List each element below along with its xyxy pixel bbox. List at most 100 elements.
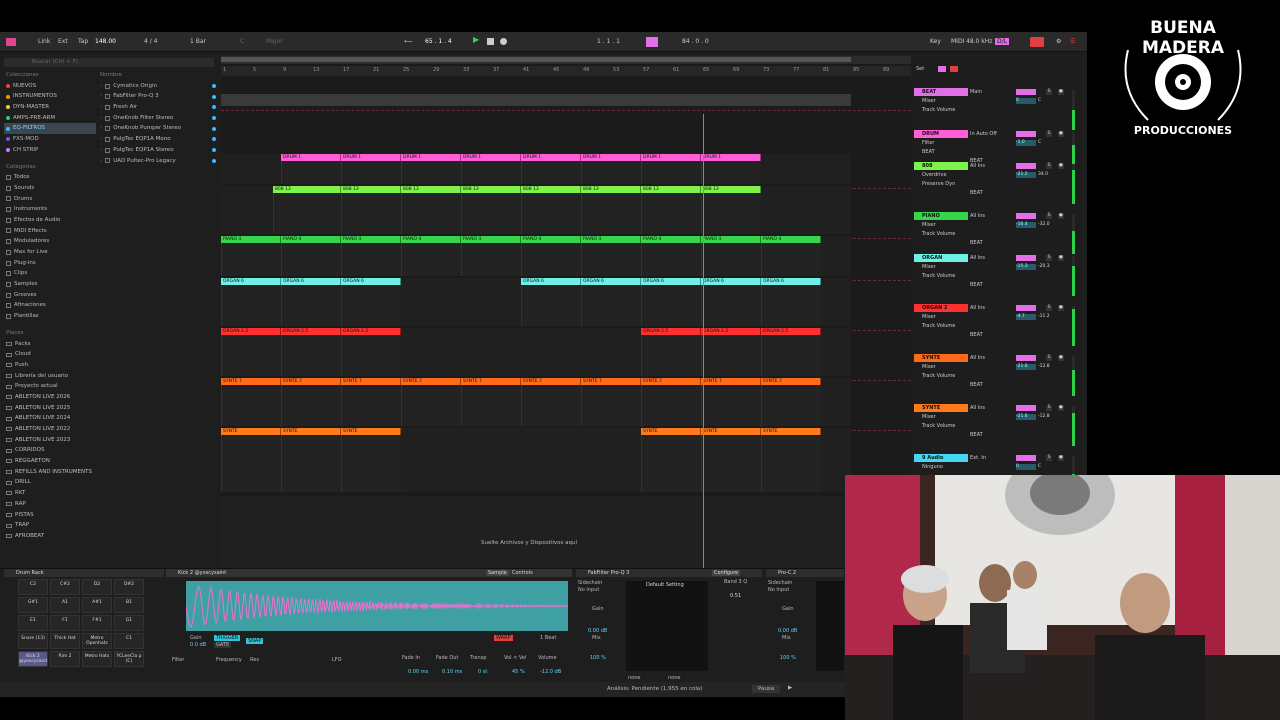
loop-bar[interactable] [221, 56, 911, 64]
pan-field[interactable]: -12.8 [1038, 414, 1056, 420]
category-item[interactable]: Plantillas [4, 311, 96, 322]
device-chooser[interactable]: Ninguno [922, 464, 943, 470]
clip-header[interactable]: DRUM 1 [581, 154, 641, 161]
browser-item[interactable]: › UAD Pultec-Pro Legacy [98, 156, 216, 167]
loop-length[interactable]: 84 . 0 . 0 [682, 38, 709, 45]
clip-header[interactable]: DRUM 1 [281, 154, 341, 161]
track-number[interactable] [1016, 255, 1036, 261]
category-item[interactable]: Samples [4, 279, 96, 290]
solo-button[interactable]: S [1046, 355, 1052, 361]
volume-field[interactable]: -15.3 [1016, 264, 1036, 270]
route-chooser[interactable]: BEAT [970, 332, 983, 338]
category-item[interactable]: Sounds [4, 183, 96, 194]
set-button-2[interactable] [950, 66, 958, 72]
clip-header[interactable]: SYNTE 7 [461, 378, 521, 385]
drum-pad[interactable]: G#1 [18, 597, 48, 613]
place-item[interactable]: RAP [4, 499, 96, 510]
category-item[interactable]: Drums [4, 194, 96, 205]
route-chooser[interactable]: BEAT [970, 282, 983, 288]
arm-button[interactable]: ● [1058, 255, 1064, 261]
volume-field[interactable]: -4.7 [1016, 314, 1036, 320]
clip-header[interactable]: ORGAN 2.5 [221, 328, 281, 335]
proq-mix-value[interactable]: 100 % [590, 655, 606, 661]
place-item[interactable]: REFILLS AND INSTRUMENTS [4, 467, 96, 478]
arm-button[interactable]: ● [1058, 455, 1064, 461]
category-item[interactable]: Efectos de Audio [4, 215, 96, 226]
clip-body[interactable] [701, 285, 761, 326]
browser-item[interactable]: › Fresh Air [98, 102, 216, 113]
volume-field[interactable]: 0 [1016, 464, 1036, 470]
clip-header[interactable]: ORGAN 2.5 [641, 328, 701, 335]
loop-toggle[interactable] [646, 37, 658, 47]
clip-body[interactable] [521, 285, 581, 326]
loop-start[interactable]: 1 . 1 . 1 [597, 38, 620, 45]
place-item[interactable]: ABLETON LIVE 2023 [4, 435, 96, 446]
configure-button[interactable]: Configure [712, 570, 741, 576]
drum-pad[interactable]: E1 [18, 615, 48, 631]
place-item[interactable]: PISTAS [4, 510, 96, 521]
track-number[interactable] [1016, 455, 1036, 461]
param-chooser[interactable]: Track Volume [922, 273, 955, 279]
clip-header[interactable]: PIANO 4 [401, 236, 461, 243]
lfo-label[interactable]: LFO [332, 657, 342, 663]
category-item[interactable]: Clips [4, 268, 96, 279]
clip-body[interactable] [521, 161, 581, 184]
drum-pad[interactable]: Snare (13) [18, 633, 48, 649]
band-value[interactable]: 0.51 [730, 593, 741, 599]
track-input[interactable]: In Auto Off [970, 131, 997, 137]
tap-button[interactable]: Tap [78, 38, 88, 45]
param-chooser[interactable]: Track Volume [922, 373, 955, 379]
clip-body[interactable] [701, 243, 761, 276]
arm-button[interactable]: ● [1058, 305, 1064, 311]
drop-zone[interactable] [221, 496, 851, 576]
clip-header[interactable]: SYNTE [641, 428, 701, 435]
tempo-field[interactable]: 148.00 [95, 38, 116, 45]
clip-header[interactable]: ORGAN 2.5 [341, 328, 401, 335]
clip-header[interactable]: 808 13 [273, 186, 341, 193]
category-item[interactable]: Plug-ins [4, 258, 96, 269]
quantize-menu[interactable]: 1 Bar [190, 38, 206, 45]
collection-item[interactable]: EQ-FILTROS [4, 123, 96, 135]
arm-button[interactable]: ● [1058, 405, 1064, 411]
fade-in-value[interactable]: 0.00 ms [408, 669, 428, 675]
track-name[interactable]: ORGAN 2 [914, 304, 968, 312]
clip-body[interactable] [761, 243, 821, 276]
clip-header[interactable]: PIANO 4 [761, 236, 821, 243]
place-item[interactable]: Librería del usuario [4, 371, 96, 382]
clip-header[interactable]: 808 13 [461, 186, 521, 193]
play-small-icon[interactable]: ▶ [788, 685, 792, 691]
solo-button[interactable]: S [1046, 163, 1052, 169]
clip-body[interactable] [401, 161, 461, 184]
volume-field[interactable]: -16.4 [1016, 222, 1036, 228]
clip-body[interactable] [221, 335, 281, 376]
browser-item[interactable]: › PulgTec EQP1A Mono [98, 134, 216, 145]
gain-value[interactable]: 0.0 dB [190, 642, 206, 648]
clip-header[interactable]: DRUM 1 [641, 154, 701, 161]
proc-display[interactable] [816, 581, 844, 671]
browser-item[interactable]: › Cymatics Origin [98, 81, 216, 92]
clip-header[interactable]: 808 13 [641, 186, 701, 193]
clip-body[interactable] [701, 335, 761, 376]
category-item[interactable]: Moduladores [4, 236, 96, 247]
collection-item[interactable]: CH STRIP [4, 145, 96, 156]
volume-field[interactable]: -1.0 [1016, 140, 1036, 146]
solo-button[interactable]: S [1046, 455, 1052, 461]
clip-body[interactable] [341, 193, 401, 234]
beat-ruler[interactable]: 1 5 9 13 17 21 25 29 33 37 41 45 49 53 57 61 65 69 73 77 81 8… [221, 66, 911, 76]
clip-body[interactable] [281, 385, 341, 426]
track-name[interactable]: 808 [914, 162, 968, 170]
device-chooser[interactable]: Mixer [922, 264, 936, 270]
arm-button[interactable]: ● [1058, 213, 1064, 219]
solo-button[interactable]: S [1046, 131, 1052, 137]
clip-body[interactable] [221, 243, 281, 276]
track-name[interactable]: 9 Audio [914, 454, 968, 462]
clip-body[interactable] [761, 385, 821, 426]
track-input[interactable]: All Ins [970, 305, 985, 311]
browser-item[interactable]: › FabFilter Pro-Q 3 [98, 91, 216, 102]
clip-header[interactable]: PIANO 4 [581, 236, 641, 243]
clip-body[interactable] [581, 385, 641, 426]
clip-body[interactable] [581, 285, 641, 326]
clip-body[interactable] [401, 193, 461, 234]
category-item[interactable]: Todos [4, 172, 96, 183]
clip-body[interactable] [761, 285, 821, 326]
